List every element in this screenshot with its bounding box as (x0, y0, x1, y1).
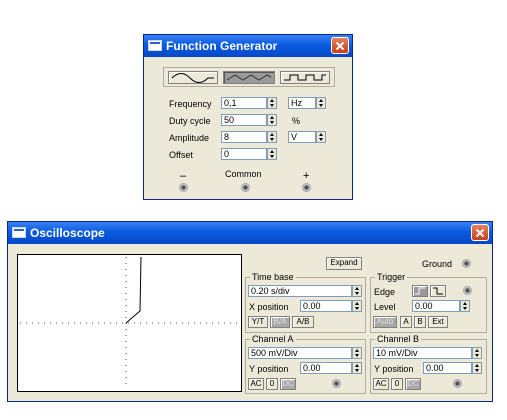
triangle-wave-button[interactable] (223, 71, 275, 84)
function-generator-titlebar[interactable]: Function Generator (144, 35, 352, 57)
trigger-ext-terminal[interactable] (463, 286, 472, 295)
trigger-ext-button[interactable]: Ext (428, 316, 448, 328)
x-position-input[interactable]: 0.00 (300, 300, 352, 312)
channel-a-terminal[interactable] (332, 379, 341, 388)
plus-terminal[interactable] (302, 183, 311, 192)
trigger-group: Trigger Edge Level 0.00 Auto A B Ext (370, 272, 487, 333)
channel-b-y-position-stepper[interactable] (472, 362, 482, 374)
channel-b-group: Channel B 10 mV/Div Y position 0.00 AC 0… (370, 334, 487, 394)
x-position-stepper[interactable] (352, 300, 362, 312)
amplitude-input[interactable]: 8 (221, 131, 267, 143)
trigger-auto-button[interactable]: Auto (373, 316, 397, 328)
sine-wave-icon (171, 73, 214, 83)
signal-trace (125, 256, 142, 324)
close-button[interactable] (471, 224, 489, 241)
channel-b-y-position-input[interactable]: 0.00 (423, 362, 472, 374)
common-terminal[interactable] (241, 183, 250, 192)
channel-a-dc-button[interactable]: DC (280, 378, 296, 390)
x-position-label: X position (249, 302, 289, 312)
channel-a-zero-button[interactable]: 0 (266, 378, 278, 390)
amplitude-stepper[interactable] (267, 131, 277, 143)
trigger-title: Trigger (375, 272, 408, 282)
ba-mode-button[interactable]: B/A (270, 316, 290, 328)
trigger-level-stepper[interactable] (460, 300, 470, 312)
function-generator-window: Function Generator Frequency 0,1 Hz Duty… (143, 34, 353, 200)
minus-terminal[interactable] (179, 183, 188, 192)
oscilloscope-titlebar[interactable]: Oscilloscope (8, 222, 492, 244)
window-icon (12, 227, 26, 238)
duty-cycle-label: Duty cycle (169, 116, 211, 126)
amplitude-unit-select[interactable]: V (288, 131, 316, 143)
ground-terminal[interactable] (462, 259, 471, 268)
channel-a-y-position-label: Y position (249, 364, 289, 374)
falling-edge-icon (433, 287, 443, 295)
trigger-b-button[interactable]: B (414, 316, 426, 328)
time-base-title: Time base (250, 272, 296, 282)
oscilloscope-display (20, 256, 239, 389)
window-title: Oscilloscope (30, 226, 105, 240)
falling-edge-button[interactable] (430, 285, 446, 297)
channel-b-scale-stepper[interactable] (472, 347, 482, 359)
channel-a-title: Channel A (250, 334, 296, 344)
channel-a-scale-input[interactable]: 500 mV/Div (248, 347, 352, 359)
channel-b-scale-input[interactable]: 10 mV/Div (373, 347, 472, 359)
offset-input[interactable]: 0 (221, 148, 267, 160)
frequency-input[interactable]: 0,1 (221, 97, 267, 109)
channel-b-terminal[interactable] (453, 379, 462, 388)
amplitude-unit-stepper[interactable] (316, 131, 326, 143)
channel-b-dc-button[interactable]: DC (405, 378, 421, 390)
trigger-level-input[interactable]: 0.00 (412, 300, 460, 312)
frequency-label: Frequency (169, 99, 212, 109)
channel-a-scale-stepper[interactable] (352, 347, 362, 359)
frequency-unit-stepper[interactable] (316, 97, 326, 109)
oscilloscope-window: Oscilloscope Expand Ground Time base 0.2… (7, 221, 493, 402)
time-base-scale-stepper[interactable] (352, 285, 362, 297)
window-icon (148, 40, 162, 51)
triangle-wave-icon (226, 74, 272, 81)
minus-terminal-label: – (180, 170, 187, 182)
square-wave-button[interactable] (280, 71, 330, 84)
channel-b-ac-button[interactable]: AC (373, 378, 389, 390)
channel-a-ac-button[interactable]: AC (248, 378, 264, 390)
expand-button[interactable]: Expand (326, 257, 362, 270)
frequency-stepper[interactable] (267, 97, 277, 109)
sine-wave-button[interactable] (168, 71, 218, 84)
edge-label: Edge (374, 287, 396, 297)
channel-b-zero-button[interactable]: 0 (391, 378, 403, 390)
channel-a-group: Channel A 500 mV/Div Y position 0.00 AC … (245, 334, 366, 394)
channel-a-y-position-input[interactable]: 0.00 (300, 362, 352, 374)
close-button[interactable] (331, 37, 349, 54)
yt-mode-button[interactable]: Y/T (248, 316, 268, 328)
rising-edge-button[interactable] (412, 285, 428, 297)
channel-a-y-position-stepper[interactable] (352, 362, 362, 374)
ab-mode-button[interactable]: A/B (292, 316, 314, 328)
level-label: Level (374, 302, 396, 312)
duty-cycle-stepper[interactable] (267, 114, 277, 126)
duty-cycle-input[interactable]: 50 (221, 114, 267, 126)
oscilloscope-screen (17, 254, 242, 392)
trigger-a-button[interactable]: A (400, 316, 412, 328)
common-terminal-label: Common (225, 169, 262, 179)
time-base-group: Time base 0.20 s/div X position 0.00 Y/T… (245, 272, 366, 333)
channel-b-y-position-label: Y position (374, 364, 414, 374)
channel-b-title: Channel B (375, 334, 422, 344)
ground-label: Ground (422, 259, 453, 269)
plus-terminal-label: + (303, 170, 310, 182)
rising-edge-icon (415, 287, 425, 295)
waveform-selector (163, 67, 335, 87)
offset-label: Offset (169, 150, 193, 160)
window-title: Function Generator (166, 39, 278, 53)
duty-cycle-unit: % (292, 116, 301, 126)
offset-stepper[interactable] (267, 148, 277, 160)
time-base-scale-input[interactable]: 0.20 s/div (248, 285, 352, 297)
amplitude-label: Amplitude (169, 133, 210, 143)
frequency-unit-select[interactable]: Hz (288, 97, 316, 109)
square-wave-icon (284, 74, 326, 81)
